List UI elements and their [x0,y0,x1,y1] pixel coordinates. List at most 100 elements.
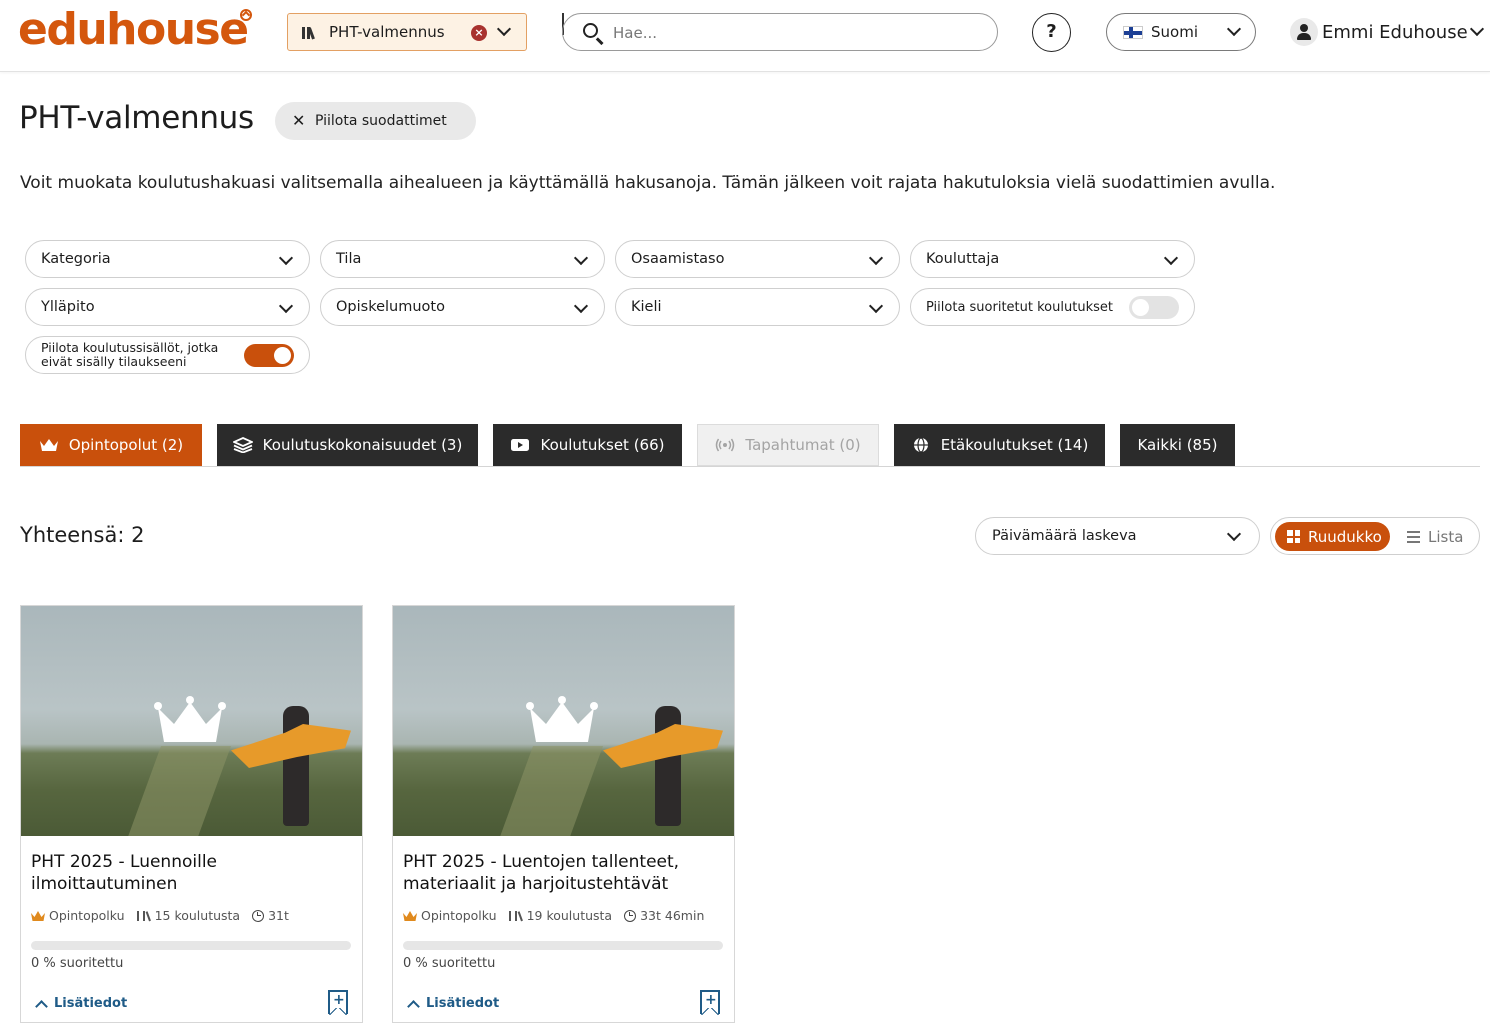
user-icon [1290,18,1318,46]
help-button[interactable]: ? [1032,13,1071,52]
chevron-up-icon [407,999,420,1013]
hide-filters-label: Piilota suodattimet [315,113,447,129]
filter-osaamistaso[interactable]: Osaamistaso [615,240,900,278]
clear-context-icon[interactable]: × [471,25,487,41]
filter-label: Kategoria [41,251,111,267]
crown-icon [31,910,45,921]
library-icon [508,910,523,921]
sort-select[interactable]: Päivämäärä laskeva [975,517,1260,555]
list-view-button[interactable]: Lista [1407,522,1463,551]
user-name: Emmi Eduhouse [1322,21,1468,43]
chevron-down-icon [278,298,294,314]
filter-tila[interactable]: Tila [320,240,605,278]
card-image[interactable] [393,606,734,836]
grid-view-label: Ruudukko [1308,527,1382,546]
filter-kategoria[interactable]: Kategoria [25,240,310,278]
tab-label: Tapahtumat (0) [745,436,861,454]
chevron-down-icon [1226,526,1242,542]
hide-completed-toggle[interactable] [1129,296,1179,319]
details-link[interactable]: Lisätiedot [407,996,499,1013]
tab-label: Kaikki (85) [1137,436,1218,454]
chevron-down-icon[interactable] [496,21,512,37]
filter-label: Ylläpito [41,299,95,315]
hide-completed-label: Piilota suoritetut koulutukset [926,299,1113,315]
filter-yllapito[interactable]: Ylläpito [25,288,310,326]
hide-outside-label: Piilota koulutussisällöt, jotka eivät si… [41,340,219,369]
crown-icon [154,696,226,742]
tab-label: Koulutuskokonaisuudet (3) [262,436,463,454]
search-icon[interactable] [583,23,598,38]
search-box[interactable] [562,13,998,51]
chevron-down-icon [1226,21,1242,37]
hide-completed-filter: Piilota suoritetut koulutukset [910,288,1195,326]
progress-bar [31,941,351,950]
hide-outside-subscription-filter: Piilota koulutussisällöt, jotka eivät si… [25,336,310,374]
chevron-down-icon [1163,250,1179,266]
tab-koulutuskokonaisuudet[interactable]: Koulutuskokonaisuudet (3) [217,424,478,466]
tab-label: Etäkoulutukset (14) [940,436,1089,454]
tab-label: Opintopolut (2) [68,436,184,454]
filter-label: Kouluttaja [926,251,1000,267]
chevron-down-icon [573,298,589,314]
bookmark-add-icon[interactable]: + [700,990,720,1015]
library-icon [136,910,151,921]
chevron-down-icon [573,250,589,266]
finland-flag-icon [1123,25,1143,39]
filter-label: Tila [336,251,362,267]
tab-tapahtumat[interactable]: Tapahtumat (0) [697,424,879,466]
course-card[interactable]: PHT 2025 - Luentojen tallenteet, materia… [392,605,735,1023]
search-input[interactable] [613,21,973,45]
top-header: eduhouse PHT-valmennus × ? Suomi Emmi Ed… [0,0,1490,72]
chevron-up-icon [35,999,48,1013]
tab-etakoulutukset[interactable]: Etäkoulutukset (14) [894,424,1105,466]
chevron-down-icon [868,250,884,266]
filter-opiskelumuoto[interactable]: Opiskelumuoto [320,288,605,326]
user-menu[interactable]: Emmi Eduhouse [1290,16,1484,48]
progress-label: 0 % suoritettu [403,956,496,971]
play-icon [511,439,530,451]
card-image[interactable] [21,606,362,836]
globe-icon [913,437,928,453]
chevron-down-icon [278,250,294,266]
card-meta: Opintopolku 15 koulutusta 31t [31,908,289,923]
filter-kouluttaja[interactable]: Kouluttaja [910,240,1195,278]
grid-icon [1287,530,1300,543]
card-meta: Opintopolku 19 koulutusta 33t 46min [403,908,704,923]
filter-label: Opiskelumuoto [336,299,445,315]
hide-outside-toggle[interactable] [244,344,294,367]
results-total: Yhteensä: 2 [20,523,145,547]
bookmark-add-icon[interactable]: + [328,990,348,1015]
tab-koulutukset[interactable]: Koulutukset (66) [493,424,682,466]
eduhouse-logo[interactable]: eduhouse [18,4,249,55]
layers-icon [232,437,253,453]
grid-view-button[interactable]: Ruudukko [1275,522,1390,551]
list-view-label: Lista [1428,527,1464,546]
close-icon: ✕ [292,111,306,130]
crown-icon [39,439,58,451]
broadcast-icon [716,438,735,452]
library-icon [302,25,320,40]
context-selector[interactable]: PHT-valmennus × [287,13,527,51]
clock-icon [624,909,637,922]
tabs-divider [20,466,1480,467]
tab-label: Koulutukset (66) [540,436,665,454]
intro-text: Voit muokata koulutushakuasi valitsemall… [20,173,1276,193]
card-title[interactable]: PHT 2025 - Luentojen tallenteet, materia… [403,851,723,895]
sort-label: Päivämäärä laskeva [992,528,1137,544]
view-toggle: Ruudukko Lista [1270,517,1480,555]
context-label: PHT-valmennus [329,23,445,41]
chevron-down-icon [1469,21,1484,37]
language-selector[interactable]: Suomi [1106,13,1256,51]
details-link[interactable]: Lisätiedot [35,996,127,1013]
page-title: PHT-valmennus [19,100,254,136]
filter-kieli[interactable]: Kieli [615,288,900,326]
card-title[interactable]: PHT 2025 - Luennoille ilmoittautuminen [31,851,351,895]
hide-filters-button[interactable]: ✕ Piilota suodattimet [275,102,476,140]
course-card[interactable]: PHT 2025 - Luennoille ilmoittautuminen O… [20,605,363,1023]
tab-opintopolut[interactable]: Opintopolut (2) [20,424,202,466]
list-icon [1407,530,1420,543]
logo-hat-icon [240,9,252,21]
progress-label: 0 % suoritettu [31,956,124,971]
tab-kaikki[interactable]: Kaikki (85) [1120,424,1235,466]
chevron-down-icon [868,298,884,314]
